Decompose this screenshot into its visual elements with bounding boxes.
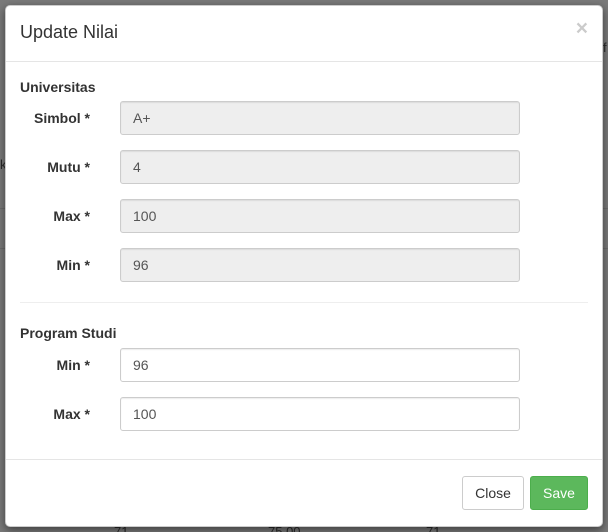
prodi-min-input[interactable]: [120, 348, 520, 382]
section-title-universitas: Universitas: [20, 79, 96, 95]
universitas-max-label: Max *: [53, 208, 90, 224]
universitas-min-input[interactable]: [120, 248, 520, 282]
prodi-min-label: Min *: [56, 357, 90, 373]
simbol-input[interactable]: [120, 101, 520, 135]
universitas-max-input[interactable]: [120, 199, 520, 233]
prodi-max-label: Max *: [53, 406, 90, 422]
modal-title: Update Nilai: [20, 22, 119, 42]
modal-header: Update Nilai ×: [6, 6, 602, 62]
prodi-max-input[interactable]: [120, 397, 520, 431]
update-nilai-modal: Update Nilai × Universitas Simbol * Mutu…: [5, 5, 603, 527]
section-title-program-studi: Program Studi: [20, 325, 117, 341]
save-button[interactable]: Save: [530, 476, 588, 510]
universitas-min-label: Min *: [56, 257, 90, 273]
background-text: f: [603, 40, 607, 55]
close-icon[interactable]: ×: [576, 18, 588, 39]
modal-footer: Close Save: [6, 459, 602, 526]
simbol-label: Simbol *: [33, 110, 90, 126]
mutu-label: Mutu *: [47, 159, 90, 175]
section-divider: [20, 302, 588, 303]
close-button[interactable]: Close: [462, 476, 524, 510]
mutu-input[interactable]: [120, 150, 520, 184]
